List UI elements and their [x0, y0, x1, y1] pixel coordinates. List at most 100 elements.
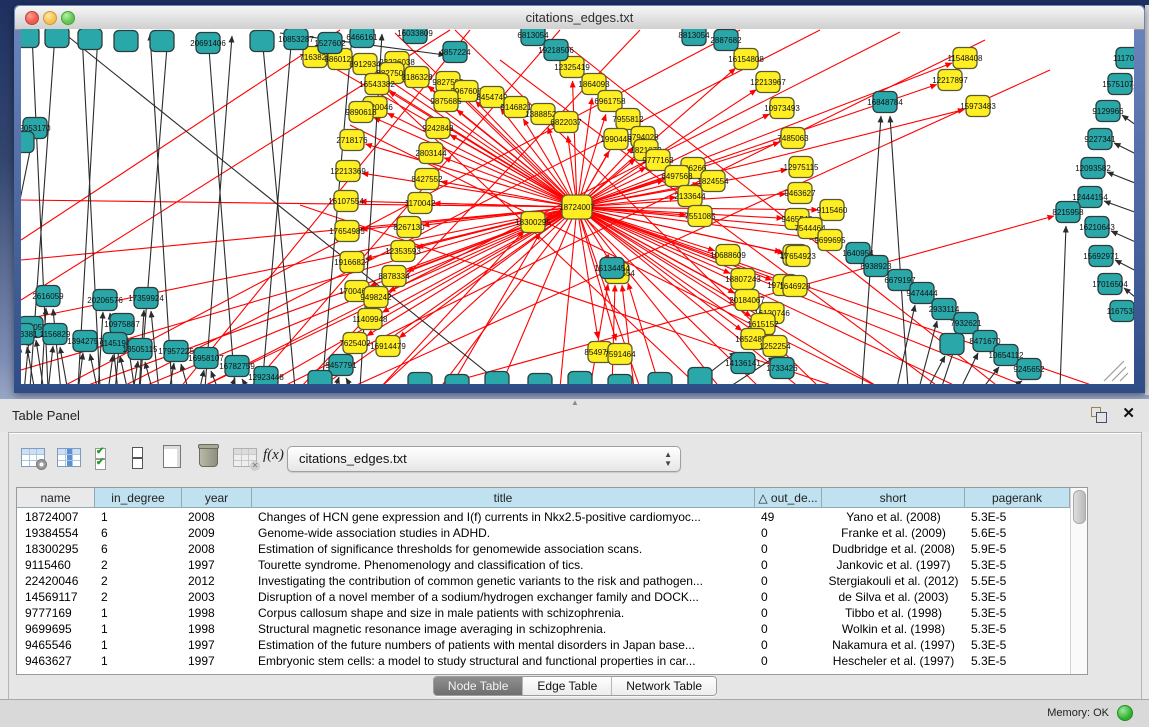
network-canvas[interactable]: 7163822886012889129342322603898275051654…	[21, 29, 1134, 384]
table-cell[interactable]: 5.5E-5	[965, 573, 1070, 589]
table-cell[interactable]: Estimation of significance thresholds fo…	[252, 541, 755, 557]
graph-node[interactable]	[688, 368, 712, 385]
new-column-button[interactable]	[159, 443, 187, 471]
table-cell[interactable]: 1997	[182, 653, 252, 669]
graph-edge[interactable]	[205, 36, 232, 384]
graph-node[interactable]	[568, 372, 592, 385]
table-cell[interactable]: 0	[755, 653, 822, 669]
table-cell[interactable]: Estimation of the future numbers of pati…	[252, 637, 755, 653]
table-cell[interactable]: 2009	[182, 525, 252, 541]
canvas-resize-handle[interactable]	[1112, 367, 1126, 381]
graph-edge[interactable]	[24, 339, 29, 384]
tab-edge-table[interactable]: Edge Table	[522, 677, 611, 695]
table-cell[interactable]: 18724007	[17, 509, 95, 525]
table-cell[interactable]: 5.3E-5	[965, 557, 1070, 573]
function-builder-button[interactable]: f(x)	[261, 443, 289, 471]
table-cell[interactable]: 5.3E-5	[965, 509, 1070, 525]
table-cell[interactable]: 19384554	[17, 525, 95, 541]
graph-edge[interactable]	[108, 355, 113, 384]
table-cell[interactable]: Stergiakouli et al. (2012)	[822, 573, 965, 589]
delete-column-button[interactable]	[195, 443, 223, 471]
graph-node[interactable]	[445, 375, 469, 385]
table-cell[interactable]: 5.3E-5	[965, 589, 1070, 605]
column-visibility-button[interactable]	[55, 443, 83, 471]
graph-node[interactable]	[150, 31, 174, 52]
table-cell[interactable]: 2	[95, 573, 182, 589]
table-cell[interactable]: 2	[95, 557, 182, 573]
table-row[interactable]: 1938455462009Genome-wide association stu…	[17, 525, 1070, 541]
table-cell[interactable]: 2008	[182, 541, 252, 557]
table-row[interactable]: 946554611997Estimation of the future num…	[17, 637, 1070, 653]
graph-edge[interactable]	[60, 347, 68, 384]
column-header-name[interactable]: name	[17, 488, 95, 508]
table-cell[interactable]: Wolkin et al. (1998)	[822, 621, 965, 637]
graph-node[interactable]	[114, 31, 138, 52]
column-header-title[interactable]: title	[252, 488, 755, 508]
graph-edge[interactable]	[590, 284, 608, 384]
table-cell[interactable]: 5.3E-5	[965, 653, 1070, 669]
table-cell[interactable]: 49	[755, 509, 822, 525]
graph-edge[interactable]	[1111, 231, 1134, 244]
table-selector-dropdown[interactable]: citations_edges.txt ▲▼	[287, 446, 681, 472]
table-cell[interactable]: 2003	[182, 589, 252, 605]
table-cell[interactable]: 1998	[182, 605, 252, 621]
table-cell[interactable]: 1	[95, 605, 182, 621]
tab-node-table[interactable]: Node Table	[434, 677, 523, 695]
graph-edge[interactable]	[1104, 201, 1134, 214]
float-panel-icon[interactable]	[1091, 407, 1107, 423]
table-cell[interactable]: Dudbridge et al. (2008)	[822, 541, 965, 557]
table-cell[interactable]: 9777169	[17, 605, 95, 621]
table-cell[interactable]: 6	[95, 541, 182, 557]
row-options-button[interactable]	[123, 443, 151, 471]
network-view-frame[interactable]: citations_edges.txt 71638228860128891293…	[14, 5, 1145, 393]
table-cell[interactable]: Hescheler et al. (1997)	[822, 653, 965, 669]
graph-edge[interactable]	[1122, 115, 1134, 128]
table-cell[interactable]: 1	[95, 621, 182, 637]
table-cell[interactable]: 1997	[182, 557, 252, 573]
graph-edge[interactable]	[1107, 172, 1134, 185]
graph-edge[interactable]	[21, 30, 340, 240]
close-panel-icon[interactable]: ✕	[1122, 405, 1135, 423]
table-cell[interactable]: 0	[755, 573, 822, 589]
graph-edge[interactable]	[21, 200, 577, 207]
graph-edge[interactable]	[53, 309, 61, 384]
scrollbar-thumb[interactable]	[1073, 490, 1086, 524]
table-cell[interactable]: Embryonic stem cells: a model to study s…	[252, 653, 755, 669]
splitter-handle-icon[interactable]: ▲	[568, 399, 582, 406]
column-header-pagerank[interactable]: pagerank	[965, 488, 1070, 508]
graph-edge[interactable]	[1115, 260, 1134, 273]
graph-edge[interactable]	[374, 118, 577, 207]
table-cell[interactable]: 0	[755, 589, 822, 605]
graph-node[interactable]	[250, 31, 274, 52]
graph-edge[interactable]	[346, 378, 354, 384]
table-cell[interactable]: Jankovic et al. (1997)	[822, 557, 965, 573]
table-cell[interactable]: 5.9E-5	[965, 541, 1070, 557]
graph-node[interactable]	[21, 132, 34, 153]
canvas-resize-handle[interactable]	[1104, 361, 1124, 381]
graph-edge[interactable]	[199, 370, 204, 384]
table-cell[interactable]: 5.3E-5	[965, 605, 1070, 621]
table-cell[interactable]: 1997	[182, 637, 252, 653]
table-row[interactable]: 1830029562008Estimation of significance …	[17, 541, 1070, 557]
table-cell[interactable]: 0	[755, 605, 822, 621]
column-selector-button[interactable]	[91, 443, 119, 471]
table-cell[interactable]: Changes of HCN gene expression and I(f) …	[252, 509, 755, 525]
graph-node[interactable]	[528, 374, 552, 385]
graph-node[interactable]	[485, 372, 509, 385]
table-cell[interactable]: 9465546	[17, 637, 95, 653]
graph-node[interactable]	[408, 373, 432, 385]
table-cell[interactable]: Corpus callosum shape and size in male p…	[252, 605, 755, 621]
column-header-in_degree[interactable]: in_degree	[95, 488, 182, 508]
table-cell[interactable]: 0	[755, 621, 822, 637]
column-header-year[interactable]: year	[182, 488, 252, 508]
table-row[interactable]: 977716911998Corpus callosum shape and si…	[17, 605, 1070, 621]
table-cell[interactable]: 0	[755, 637, 822, 653]
table-cell[interactable]: 0	[755, 541, 822, 557]
table-cell[interactable]: 1998	[182, 621, 252, 637]
canvas-resize-handle[interactable]	[1120, 373, 1128, 381]
table-cell[interactable]: 9463627	[17, 653, 95, 669]
graph-node[interactable]	[940, 334, 964, 355]
table-cell[interactable]: Nakamura et al. (1997)	[822, 637, 965, 653]
graph-edge[interactable]	[890, 116, 908, 384]
table-cell[interactable]: 1	[95, 653, 182, 669]
